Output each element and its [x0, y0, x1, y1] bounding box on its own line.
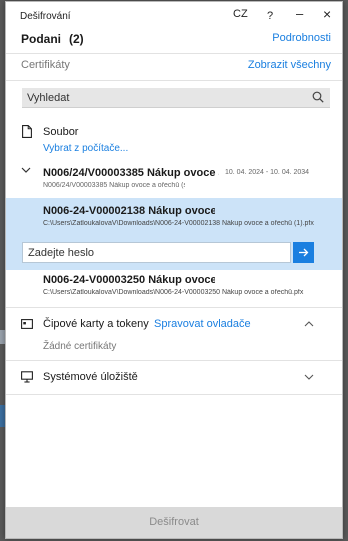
close-button[interactable]: ×: [323, 6, 331, 22]
monitor-icon: [21, 371, 33, 383]
minimize-button[interactable]: –: [296, 6, 303, 21]
show-all-link[interactable]: Zobrazit všechny: [248, 59, 331, 71]
decrypt-dialog: Dešifrování CZ ? – × Podani (2) Podrobno…: [5, 1, 343, 539]
page-title: Podani: [21, 32, 62, 46]
chevron-down-icon[interactable]: [21, 166, 31, 174]
no-certificates-text: Žádné certifikáty: [43, 341, 117, 352]
divider: [6, 80, 342, 81]
chevron-up-icon[interactable]: [304, 321, 314, 327]
smart-cards-section[interactable]: Čipové karty a tokeny Spravovat ovladače: [21, 317, 331, 333]
system-store-section[interactable]: Systémové úložiště: [21, 370, 331, 386]
search-bar[interactable]: Vyhledat: [22, 88, 330, 108]
search-input[interactable]: Vyhledat: [27, 92, 69, 104]
divider: [6, 394, 342, 395]
help-button[interactable]: ?: [267, 10, 273, 22]
certificate-name: N006-24-V00003250 Nákup ovoce a ořechů: [43, 274, 215, 286]
chevron-down-icon[interactable]: [304, 374, 314, 380]
password-row: Zadejte heslo: [6, 238, 342, 270]
file-label: Soubor: [43, 126, 79, 138]
certificates-label: Certifikáty: [21, 59, 70, 71]
certificate-path: C:\Users\ZatloukalovaV\Downloads\N006-24…: [43, 220, 314, 227]
certificate-name: N006/24/V00003385 Nákup ovoce a ořechů: [43, 167, 219, 179]
certificate-validity: 10. 04. 2024 - 10. 04. 2034: [225, 169, 310, 176]
decrypt-button[interactable]: Dešifrovat: [6, 507, 342, 538]
header: Podani (2) Podrobnosti: [21, 32, 331, 50]
password-placeholder: Zadejte heslo: [28, 247, 95, 259]
certificate-item[interactable]: N006/24/V00003385 Nákup ovoce a ořechů 1…: [6, 162, 342, 196]
window-title: Dešifrování: [20, 11, 71, 22]
certificates-header: Certifikáty Zobrazit všechny: [21, 59, 331, 75]
pick-from-computer-link[interactable]: Vybrat z počítače...: [43, 143, 128, 154]
search-icon[interactable]: [312, 91, 324, 103]
certificate-subtitle: N006/24/V00003385 Nákup ovoce a ořechů (…: [43, 182, 185, 189]
certificate-item-selected[interactable]: N006-24-V00002138 Nákup ovoce a ořechů C…: [6, 198, 342, 238]
divider: [6, 360, 342, 361]
file-icon: [22, 125, 32, 138]
certificate-name: N006-24-V00002138 Nákup ovoce a ořechů: [43, 205, 215, 217]
title-bar: Dešifrování CZ ? – ×: [6, 2, 342, 28]
certificate-path: C:\Users\ZatloukalovaV\Downloads\N006-24…: [43, 289, 304, 296]
decrypt-button-label: Dešifrovat: [149, 516, 199, 528]
file-section: Soubor: [21, 125, 331, 141]
arrow-right-icon: [299, 248, 309, 257]
language-button[interactable]: CZ: [233, 8, 248, 20]
submit-password-button[interactable]: [293, 242, 314, 263]
divider: [6, 307, 342, 308]
divider: [6, 53, 342, 54]
system-store-label: Systémové úložiště: [43, 371, 138, 383]
manage-drivers-link[interactable]: Spravovat ovladače: [154, 318, 251, 330]
item-count: (2): [69, 32, 84, 46]
smart-cards-label: Čipové karty a tokeny: [43, 318, 149, 330]
smart-card-icon: [21, 319, 33, 329]
certificate-item[interactable]: N006-24-V00003250 Nákup ovoce a ořechů C…: [6, 270, 342, 302]
details-link[interactable]: Podrobnosti: [272, 32, 331, 44]
password-input[interactable]: Zadejte heslo: [22, 242, 291, 263]
